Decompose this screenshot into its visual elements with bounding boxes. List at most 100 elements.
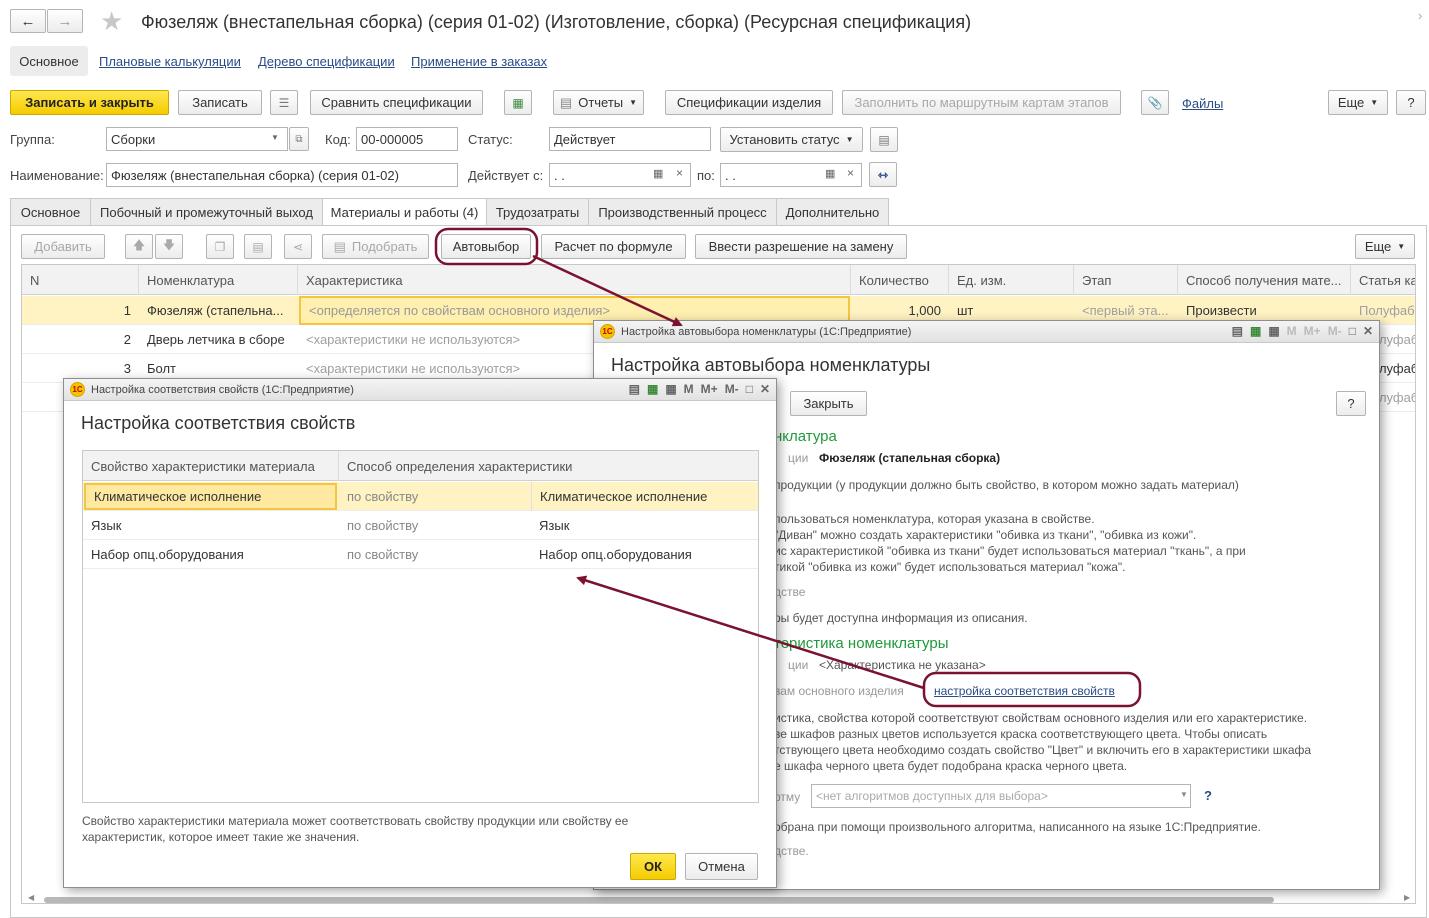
print-icon[interactable]: ▤ — [629, 382, 640, 396]
memory-minus-icon[interactable]: M- — [725, 382, 739, 396]
group-dropdown-icon[interactable]: ▼ — [271, 133, 279, 142]
calendar-icon[interactable]: ▦ — [653, 167, 663, 180]
split-icon[interactable]: ⋖ — [284, 234, 312, 259]
horizontal-scrollbar[interactable]: ◀ ▶ — [28, 893, 1416, 905]
cancel-button[interactable]: Отмена — [685, 853, 758, 880]
chevron-down-icon: ▼ — [845, 135, 854, 144]
print-icon[interactable]: ▤ — [1232, 324, 1243, 338]
memory-icon[interactable]: M — [684, 382, 694, 396]
tab-materials[interactable]: Материалы и работы (4) — [322, 198, 487, 226]
clear-icon[interactable]: × — [847, 166, 854, 180]
close-icon[interactable]: ✕ — [1363, 324, 1373, 338]
name-field[interactable]: Фюзеляж (внестапельная сборка) (серия 01… — [106, 163, 458, 187]
formula-button[interactable]: Расчет по формуле — [541, 234, 686, 259]
nav-main[interactable]: Основное — [10, 46, 88, 76]
maximize-icon[interactable]: □ — [746, 382, 753, 396]
column-header[interactable]: N — [22, 265, 139, 295]
column-header[interactable]: Свойство характеристики материала — [83, 451, 339, 481]
calendar-icon[interactable]: ▦ — [665, 382, 676, 396]
row-property[interactable]: Климатическое исполнение — [84, 483, 337, 510]
valid-from-field[interactable]: . . — [549, 163, 691, 187]
structure-icon[interactable]: ▦ — [504, 90, 532, 115]
memory-minus-icon[interactable]: M- — [1328, 324, 1342, 338]
property-mapping-link[interactable]: настройка соответствия свойств — [934, 684, 1115, 698]
section-characteristic: теристика номенклатуры — [774, 635, 949, 652]
column-header[interactable]: Способ определения характеристики — [339, 451, 758, 481]
nav-spec-tree-link[interactable]: Дерево спецификации — [258, 54, 395, 69]
autoselect-button[interactable]: Автовыбор — [441, 234, 531, 259]
scroll-right-icon[interactable]: ▶ — [1404, 893, 1410, 902]
save-button[interactable]: Записать — [178, 90, 262, 115]
files-link[interactable]: Файлы — [1182, 96, 1223, 111]
column-header[interactable]: Ед. изм. — [949, 265, 1074, 295]
close-button[interactable]: Закрыть — [790, 391, 867, 416]
ok-button[interactable]: ОК — [630, 853, 676, 880]
copy-icon[interactable]: ❐ — [206, 234, 234, 259]
replace-permit-button[interactable]: Ввести разрешение на замену — [695, 234, 907, 259]
memory-plus-icon[interactable]: M+ — [701, 382, 718, 396]
product-specs-button[interactable]: Спецификации изделия — [665, 90, 833, 115]
document-list-icon[interactable]: ☰ — [270, 90, 298, 115]
reports-button[interactable]: ▤ Отчеты ▼ — [553, 90, 644, 115]
set-status-button[interactable]: Установить статус ▼ — [720, 127, 863, 152]
close-icon[interactable]: ✕ — [760, 382, 770, 396]
algorithm-help-icon[interactable]: ? — [1204, 788, 1212, 803]
window-chevron-icon[interactable]: › — [1418, 8, 1422, 23]
pick-button[interactable]: ▤ Подобрать — [322, 234, 429, 259]
maximize-icon[interactable]: □ — [1349, 324, 1356, 338]
help-button[interactable]: ? — [1396, 90, 1426, 115]
table-row[interactable]: Язык по свойству Язык — [83, 511, 758, 540]
column-header[interactable]: Способ получения мате... — [1178, 265, 1351, 295]
calendar-icon[interactable]: ▦ — [825, 167, 835, 180]
scroll-left-icon[interactable]: ◀ — [28, 893, 34, 902]
tab-additional[interactable]: Дополнительно — [776, 198, 889, 225]
code-field[interactable]: 00-000005 — [356, 127, 458, 151]
clear-icon[interactable]: × — [676, 166, 683, 180]
autoselect-titlebar: 1C Настройка автовыбора номенклатуры (1С… — [594, 321, 1379, 343]
memory-plus-icon[interactable]: M+ — [1304, 324, 1321, 338]
more-button[interactable]: Еще ▼ — [1328, 90, 1388, 115]
open-icon[interactable]: ⧉ — [289, 127, 309, 151]
nav-calculations-link[interactable]: Плановые калькуляции — [99, 54, 241, 69]
chevron-down-icon[interactable]: ▼ — [1180, 790, 1188, 799]
add-button[interactable]: Добавить — [21, 234, 105, 259]
period-icon[interactable]: ⇿ — [869, 162, 897, 187]
column-header[interactable]: Этап — [1074, 265, 1178, 295]
move-up-icon[interactable]: 🡅 — [125, 234, 153, 259]
algorithm-select[interactable]: <нет алгоритмов доступных для выбора> — [811, 784, 1191, 808]
description-text: "Диван" можно создать характеристики "об… — [774, 528, 1197, 542]
attachment-icon[interactable]: 📎 — [1141, 90, 1169, 115]
fill-by-routes-button[interactable]: Заполнить по маршрутным картам этапов — [842, 90, 1121, 115]
save-close-button[interactable]: Записать и закрыть — [10, 90, 169, 115]
table-row[interactable]: Климатическое исполнение по свойству Кли… — [83, 482, 758, 511]
move-down-icon[interactable]: 🡇 — [155, 234, 183, 259]
forward-button[interactable]: → — [47, 9, 83, 33]
column-header[interactable]: Номенклатура — [139, 265, 298, 295]
column-header[interactable]: Характеристика — [298, 265, 851, 295]
tab-main[interactable]: Основное — [10, 198, 91, 225]
table-more-button[interactable]: Еще ▼ — [1355, 234, 1415, 259]
column-header[interactable]: Количество — [851, 265, 949, 295]
tab-labor[interactable]: Трудозатраты — [486, 198, 589, 225]
back-button[interactable]: ← — [10, 9, 46, 33]
help-button[interactable]: ? — [1336, 391, 1366, 416]
group-field[interactable]: Сборки — [106, 127, 288, 151]
compare-specs-button[interactable]: Сравнить спецификации — [310, 90, 483, 115]
chevron-down-icon: ▼ — [629, 98, 638, 107]
property-mapping-heading: Настройка соответствия свойств — [81, 413, 356, 433]
tab-process[interactable]: Производственный процесс — [588, 198, 777, 225]
calculator-icon[interactable]: ▦ — [1250, 324, 1261, 338]
history-icon[interactable]: ▤ — [870, 127, 898, 152]
calendar-icon[interactable]: ▦ — [1268, 324, 1279, 338]
tab-byproduct[interactable]: Побочный и промежуточный выход — [90, 198, 323, 225]
table-row[interactable]: Набор опц.оборудования по свойству Набор… — [83, 540, 758, 569]
valid-to-field[interactable]: . . — [720, 163, 862, 187]
column-header[interactable]: Статья ка — [1351, 265, 1415, 295]
nav-orders-link[interactable]: Применение в заказах — [411, 54, 547, 69]
paste-icon[interactable]: ▤ — [244, 234, 272, 259]
memory-icon[interactable]: M — [1287, 324, 1297, 338]
calculator-icon[interactable]: ▦ — [647, 382, 658, 396]
scroll-thumb[interactable] — [44, 897, 1274, 903]
row-property: Язык — [91, 518, 122, 533]
favorite-star-icon[interactable]: ★ — [100, 6, 123, 37]
